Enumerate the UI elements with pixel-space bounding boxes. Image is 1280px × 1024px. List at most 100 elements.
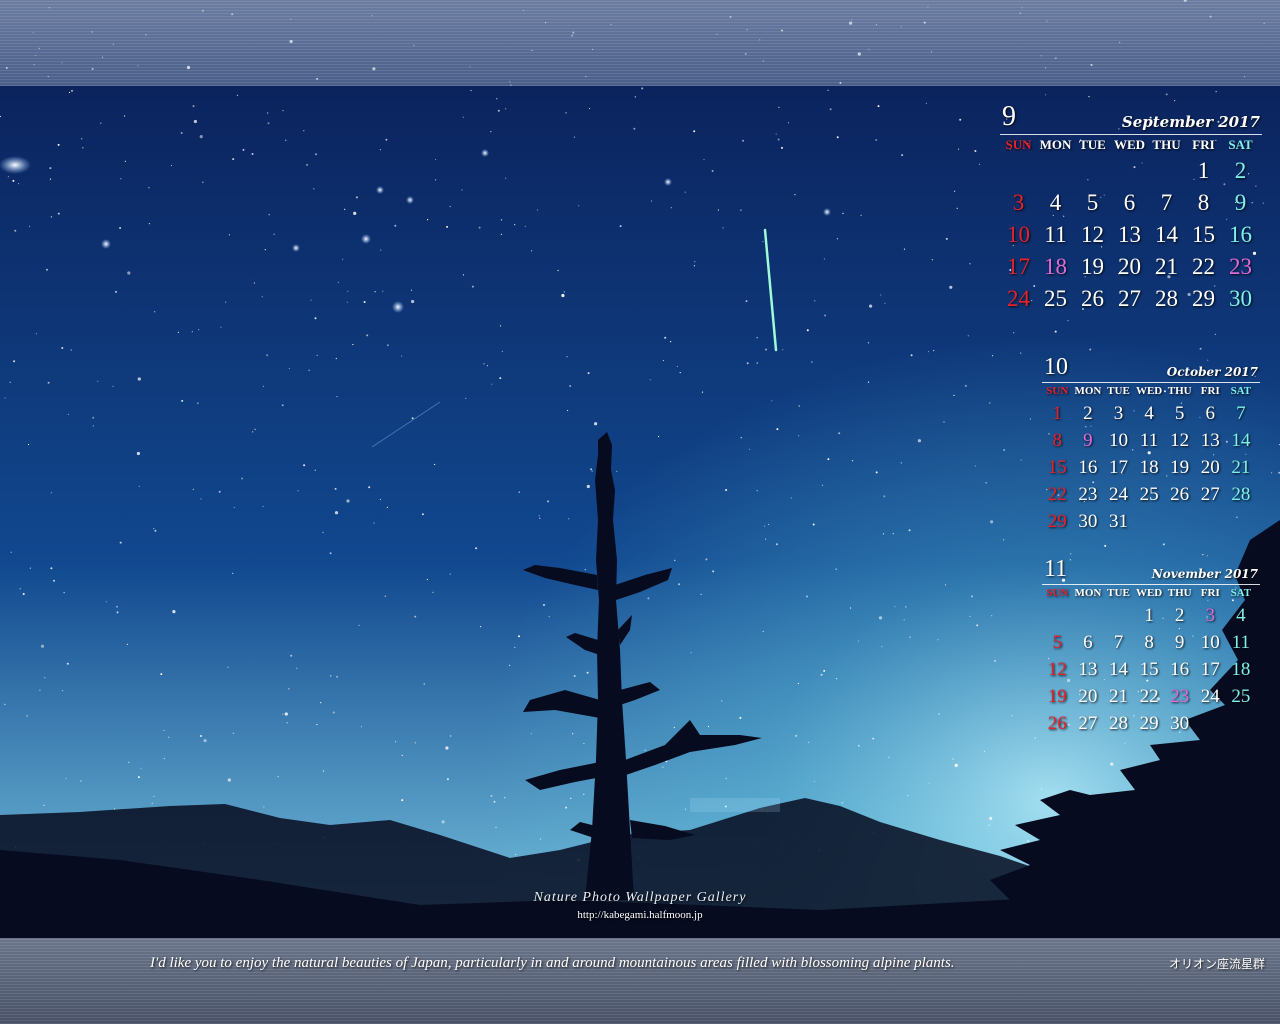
star xyxy=(449,205,451,208)
star xyxy=(937,639,939,641)
star xyxy=(707,725,710,728)
day-cell: 14 xyxy=(1231,430,1251,451)
star xyxy=(952,758,954,760)
star xyxy=(518,491,520,493)
star xyxy=(587,372,590,375)
star xyxy=(314,469,316,471)
day-cell: 2 xyxy=(1234,158,1247,183)
day-cell: 29 xyxy=(1047,511,1067,532)
star xyxy=(583,742,585,745)
week-row: 1234 xyxy=(1042,602,1260,629)
star xyxy=(63,592,65,594)
star xyxy=(29,567,31,569)
star xyxy=(261,296,263,298)
day-cell: 22 xyxy=(1192,254,1215,279)
star xyxy=(823,669,826,672)
weekday-label: THU xyxy=(1167,587,1192,599)
star xyxy=(285,139,287,141)
star xyxy=(401,799,404,802)
star xyxy=(136,451,140,456)
week-row: 26 27 28 29 30 xyxy=(1042,710,1260,737)
star xyxy=(910,354,913,357)
day-cell: 22 xyxy=(1047,484,1067,505)
star xyxy=(1003,539,1005,541)
star xyxy=(518,635,520,638)
day-cell: 14 xyxy=(1155,222,1178,247)
star xyxy=(690,652,692,654)
star xyxy=(812,523,815,526)
star xyxy=(954,190,956,192)
star xyxy=(446,225,449,228)
weekday-label: FRI xyxy=(1200,385,1220,397)
star xyxy=(114,808,116,810)
star xyxy=(200,498,202,500)
star xyxy=(740,209,742,211)
weekday-label: FRI xyxy=(1200,587,1220,599)
day-cell: 26 xyxy=(1081,286,1104,311)
star xyxy=(823,258,826,260)
star xyxy=(850,607,852,609)
star xyxy=(128,761,130,764)
star xyxy=(124,115,126,117)
star xyxy=(985,482,987,484)
weekday-label: THU xyxy=(1167,385,1192,397)
gallery-url: http://kabegami.halfmoon.jp xyxy=(577,909,703,921)
day-cell xyxy=(1074,155,1111,187)
star xyxy=(836,238,839,240)
day-cell: 28 xyxy=(1108,713,1128,734)
star xyxy=(478,226,481,229)
star xyxy=(908,529,911,532)
day-cell xyxy=(1042,602,1073,629)
star xyxy=(480,626,482,628)
star xyxy=(768,523,770,526)
star xyxy=(725,489,728,491)
star xyxy=(385,138,388,141)
star xyxy=(296,667,298,669)
photo-title: オリオン座流星群 xyxy=(1168,957,1265,971)
star xyxy=(795,734,798,737)
star xyxy=(254,428,256,430)
star xyxy=(827,458,830,461)
star xyxy=(366,334,369,337)
star xyxy=(490,131,492,133)
star xyxy=(50,492,52,494)
star xyxy=(953,394,955,396)
star xyxy=(1041,788,1043,790)
star xyxy=(232,572,234,575)
star xyxy=(232,158,235,161)
day-cell: 6 xyxy=(1205,403,1216,424)
star xyxy=(857,744,860,747)
star xyxy=(1206,555,1208,557)
day-cell xyxy=(1134,508,1165,535)
week-row: 19 20 21 22 23 24 25 xyxy=(1042,683,1260,710)
star xyxy=(539,517,541,519)
star xyxy=(49,167,52,170)
star xyxy=(670,207,672,209)
star xyxy=(776,428,779,431)
star xyxy=(137,776,140,779)
day-cell xyxy=(1037,155,1074,187)
star xyxy=(163,729,165,732)
star xyxy=(764,525,766,527)
star xyxy=(379,498,381,501)
day-cell: 17 xyxy=(1007,254,1030,279)
star xyxy=(228,234,230,236)
star xyxy=(566,356,568,358)
star xyxy=(664,336,667,339)
star xyxy=(945,237,948,240)
calendar-header: 9 September 2017 xyxy=(1000,101,1262,135)
star xyxy=(1199,347,1202,350)
star xyxy=(860,214,862,216)
day-cell: 12 xyxy=(1170,430,1190,451)
star xyxy=(192,105,195,108)
star xyxy=(421,513,424,516)
day-cell: 28 xyxy=(1231,484,1251,505)
day-cell: 20 xyxy=(1200,457,1220,478)
star xyxy=(787,122,790,124)
star xyxy=(198,329,200,331)
star xyxy=(670,341,672,343)
star xyxy=(1202,554,1204,556)
star xyxy=(548,616,550,618)
star xyxy=(514,646,516,649)
star xyxy=(160,673,163,676)
